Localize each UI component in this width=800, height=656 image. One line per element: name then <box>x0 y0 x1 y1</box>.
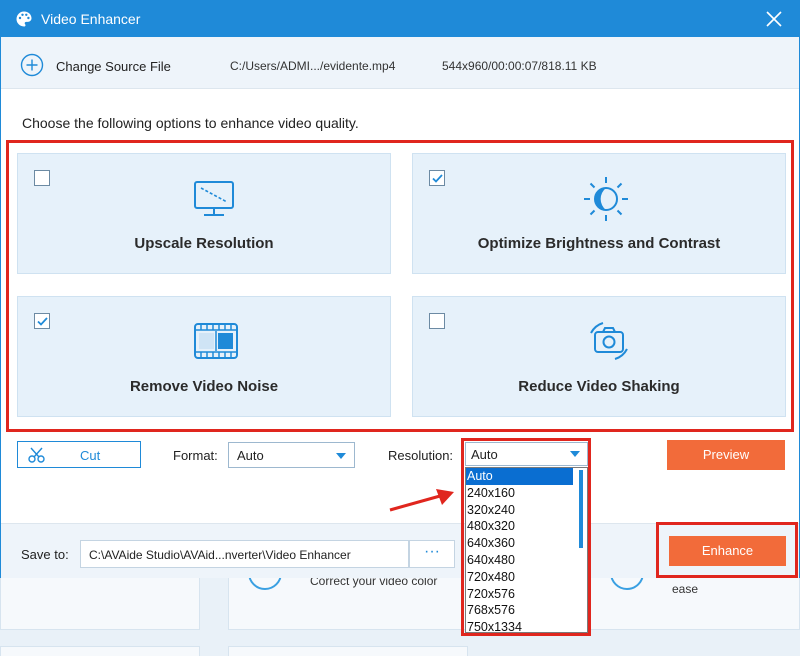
format-select[interactable]: Auto <box>228 442 355 468</box>
source-file-path: C:/Users/ADMI.../evidente.mp4 <box>230 59 396 73</box>
cut-label: Cut <box>80 448 101 463</box>
source-file-info: 544x960/00:00:07/818.11 KB <box>442 59 597 73</box>
format-label: Format: <box>173 448 218 463</box>
red-arrow-icon <box>389 489 454 512</box>
palette-icon <box>16 11 32 27</box>
options-highlight-frame <box>6 140 794 432</box>
source-file-bar: Change Source File C:/Users/ADMI.../evid… <box>1 37 799 89</box>
save-path-value: C:\AVAide Studio\AVAid...nverter\Video E… <box>89 548 351 562</box>
resolution-label: Resolution: <box>388 448 454 463</box>
save-path-field[interactable]: C:\AVAide Studio\AVAid...nverter\Video E… <box>80 540 409 568</box>
preview-button[interactable]: Preview <box>667 440 785 470</box>
resolution-highlight-frame <box>461 438 591 636</box>
cut-button[interactable]: Cut <box>17 441 141 468</box>
format-value: Auto <box>237 448 264 463</box>
change-source-file-button[interactable]: Change Source File <box>56 59 171 74</box>
background-card-bottom-left <box>0 646 200 656</box>
add-circle-icon[interactable] <box>20 53 44 77</box>
close-icon[interactable] <box>763 8 785 30</box>
window-title: Video Enhancer <box>41 11 141 27</box>
chevron-down-icon <box>336 453 346 459</box>
title-bar: Video Enhancer <box>1 1 799 37</box>
background-card-bottom-middle <box>228 646 468 656</box>
browse-folder-button[interactable]: ··· <box>409 540 455 568</box>
background-text-ease: ease <box>672 582 699 596</box>
instructions-text: Choose the following options to enhance … <box>22 115 359 131</box>
scissors-icon <box>28 447 45 463</box>
enhance-highlight-frame <box>656 522 798 578</box>
save-to-label: Save to: <box>21 547 69 562</box>
